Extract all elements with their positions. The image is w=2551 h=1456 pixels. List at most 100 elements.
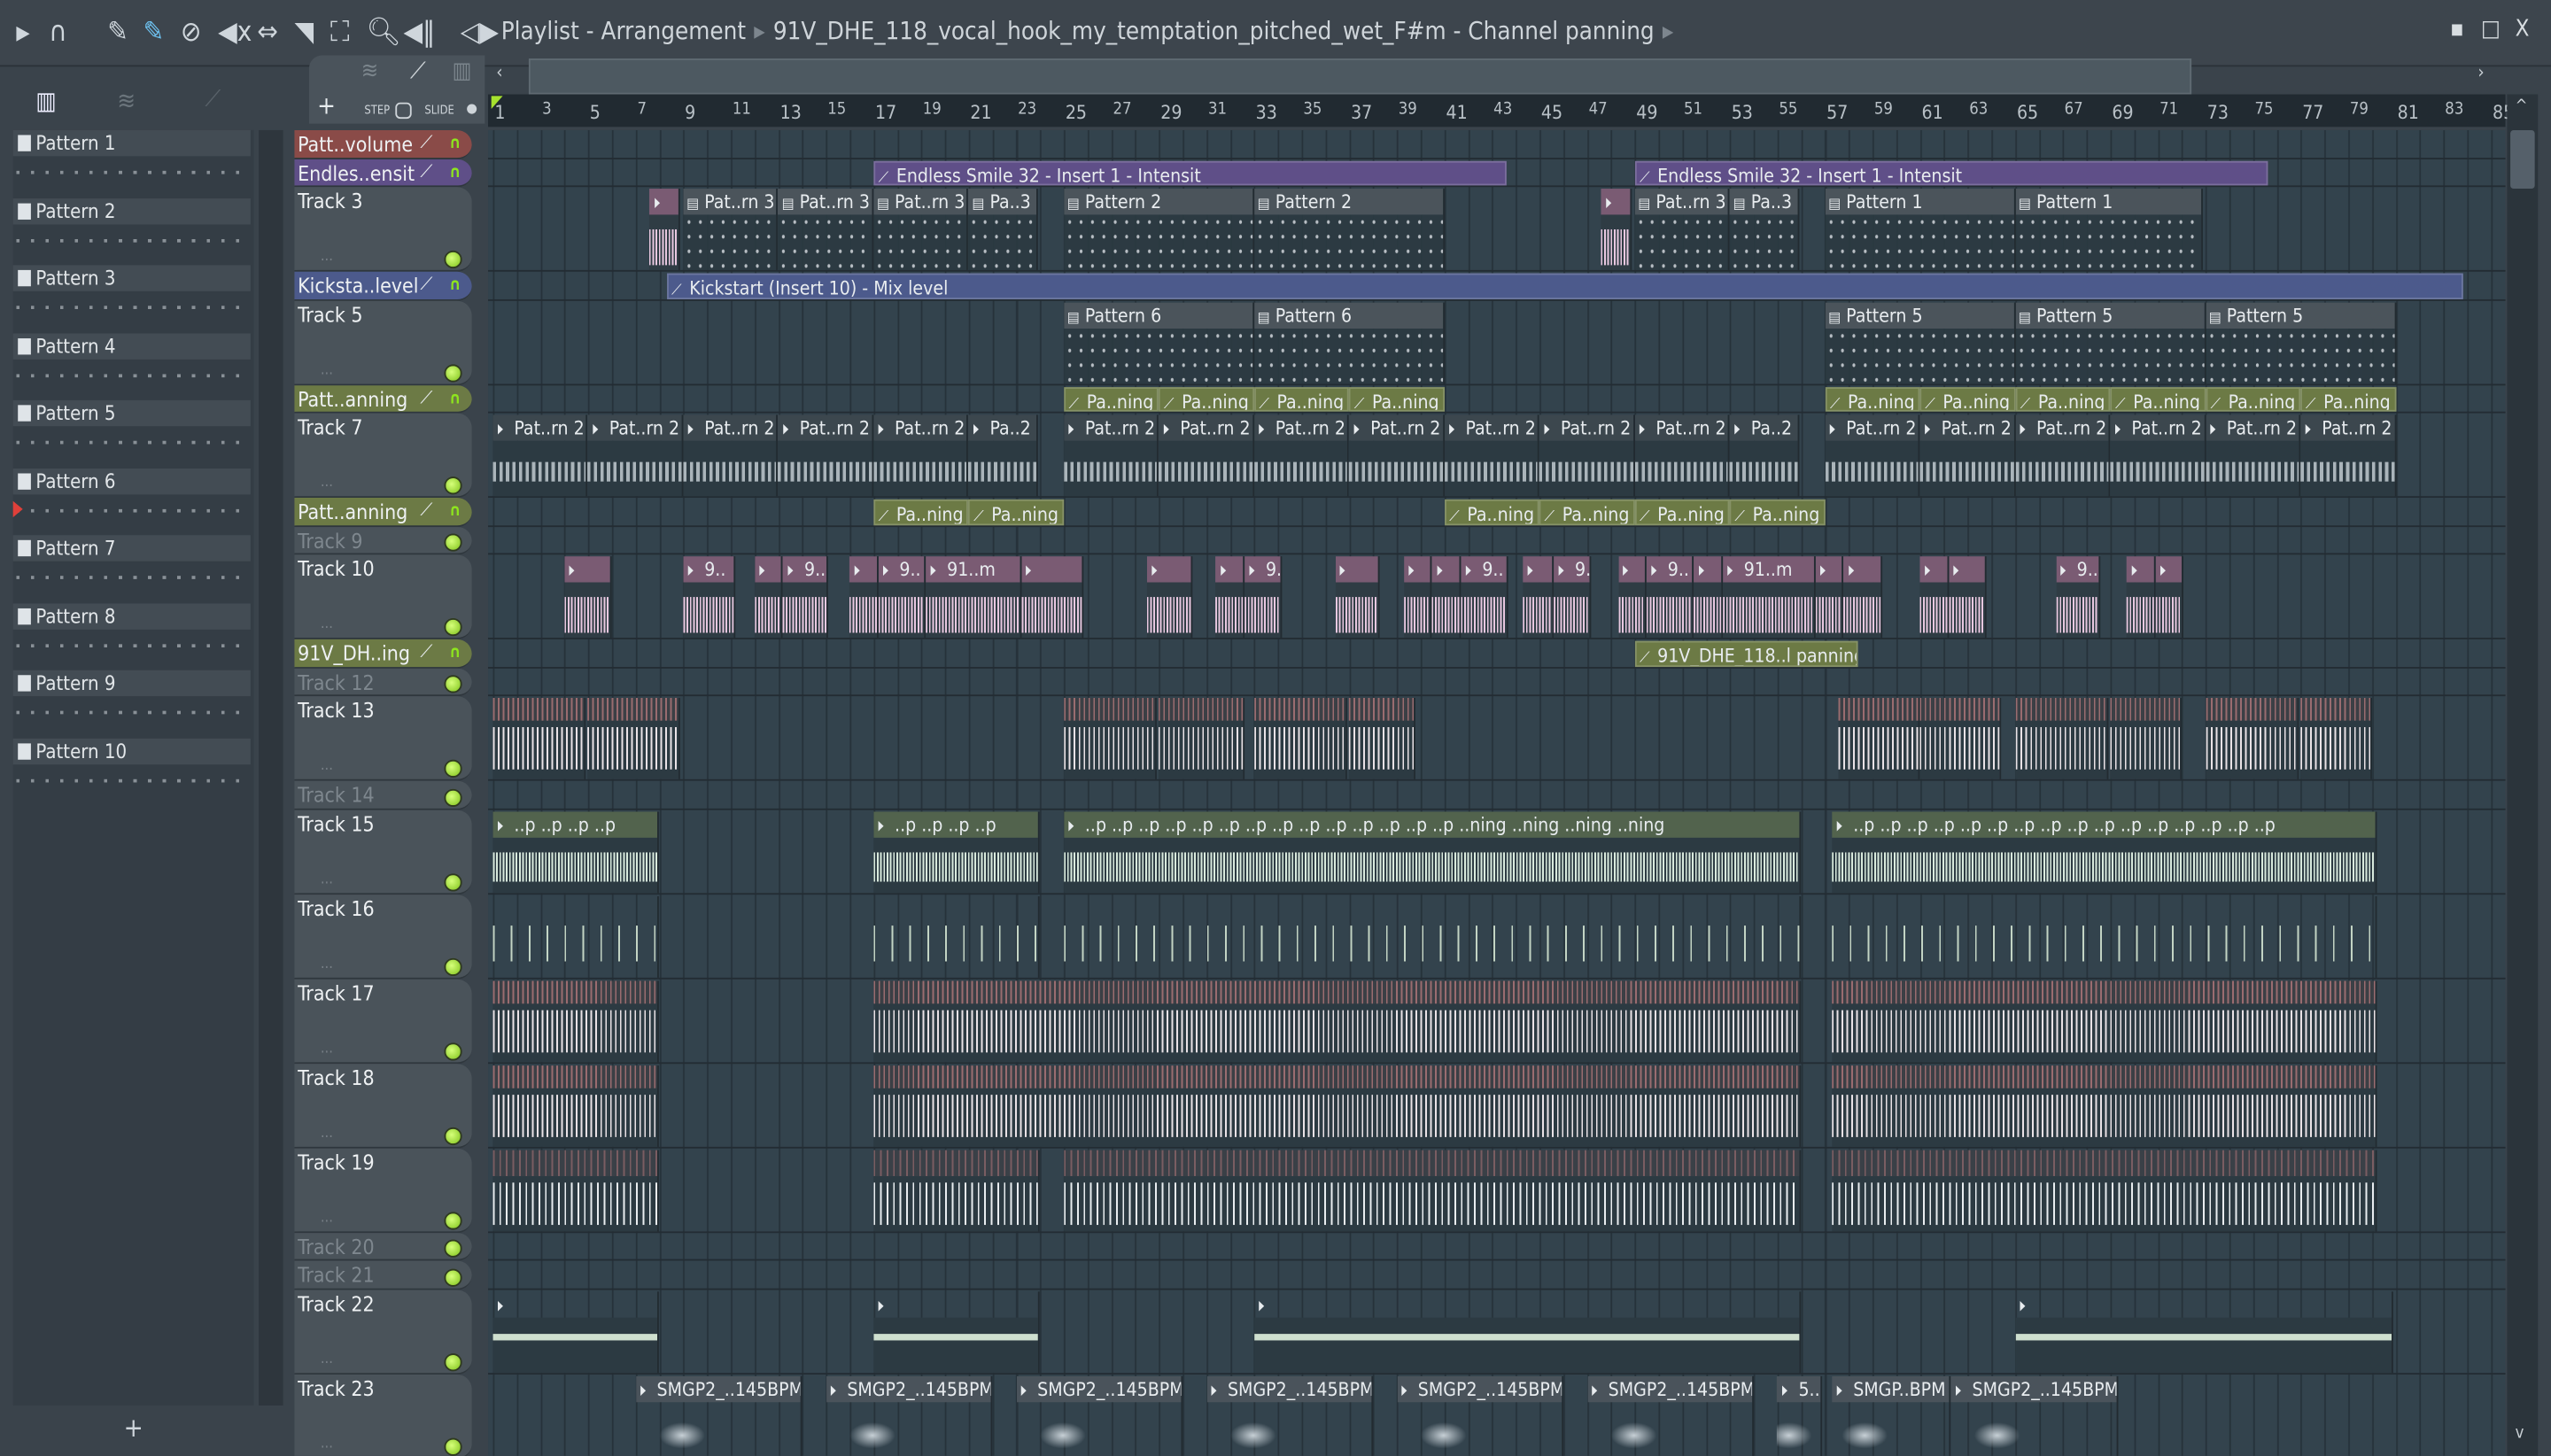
clip[interactable]	[1839, 697, 1920, 779]
track-header[interactable]: Track 19...	[294, 1147, 472, 1233]
clip[interactable]: ⟋ Pa..ning	[1539, 499, 1635, 525]
minimize-button[interactable]: ▪	[2450, 16, 2464, 42]
clip[interactable]: ⏵ Pat..rn 2	[1539, 414, 1635, 497]
clip[interactable]: ⏵ SMGP2_..145BPM	[826, 1375, 993, 1456]
track-enable-led[interactable]	[444, 956, 462, 976]
clip[interactable]: ⏵ 9..	[683, 556, 736, 639]
clip[interactable]: ⏵	[2155, 556, 2184, 639]
clip[interactable]: ⏵ 5..	[1777, 1375, 1823, 1456]
mute-icon[interactable]: ◀x	[218, 16, 252, 49]
track-options-dots-icon[interactable]: ...	[321, 616, 333, 632]
track-enable-led[interactable]	[444, 1126, 462, 1145]
clip[interactable]: ⟋ Pa..ning	[1919, 386, 2016, 412]
clip[interactable]: ⏵	[873, 1290, 1041, 1373]
clip[interactable]: ⟋ 91V_DHE_118..l panning	[1634, 640, 1858, 667]
clip[interactable]	[1832, 1065, 2377, 1146]
clip[interactable]: ⏵	[2127, 556, 2156, 639]
clip[interactable]: ⏵ 9..	[1244, 556, 1283, 639]
lock-icon[interactable]: ∩	[449, 644, 464, 662]
track-header[interactable]: Kicksta..level ⟋ ∩	[294, 271, 472, 300]
pattern-item[interactable]: Pattern 5	[12, 399, 254, 467]
clip[interactable]: ⏵ SMGP2_..145BPM	[635, 1375, 803, 1456]
clip[interactable]: ⏵ Pat..rn 2	[1919, 414, 2016, 497]
automation-clip-icon[interactable]: ⟋	[410, 58, 426, 84]
track-enable-led[interactable]	[444, 476, 462, 495]
clip[interactable]: ⏵ Pat..rn 2	[1253, 414, 1350, 497]
pattern-item[interactable]: Pattern 2	[12, 197, 254, 264]
clip[interactable]: ▤ Pattern 5	[2015, 301, 2206, 383]
menu-arrow-icon[interactable]: ▶	[16, 16, 29, 49]
clip[interactable]: ⏵ Pat..rn 2	[492, 414, 588, 497]
track-header[interactable]: Track 14	[294, 780, 472, 809]
clip[interactable]: ⏵	[2015, 1290, 2394, 1373]
audio-clip-icon[interactable]: ≋	[361, 58, 378, 84]
pattern-item[interactable]: Pattern 8	[12, 602, 254, 670]
clip[interactable]: ⏵ SMGP2_..145BPM	[1206, 1375, 1374, 1456]
clip[interactable]: ▤ Pat..rn 3	[873, 189, 969, 270]
zoom-icon[interactable]: 🔍︎	[366, 16, 401, 49]
clip[interactable]	[492, 697, 586, 779]
track-header[interactable]: Track 20	[294, 1232, 472, 1261]
track-header[interactable]: Track 21	[294, 1260, 472, 1289]
automation-icon[interactable]: ⟋	[205, 86, 221, 112]
slip-icon[interactable]: ⇔	[257, 16, 278, 49]
audio-icon[interactable]: ≋	[117, 86, 136, 115]
clip[interactable]	[587, 697, 681, 779]
clip[interactable]	[873, 1065, 1802, 1146]
clip[interactable]: ⏵	[1335, 556, 1381, 639]
clip[interactable]: ⟋ Pa..ning	[1634, 499, 1730, 525]
add-track-button[interactable]: +	[317, 91, 336, 120]
playhead-marker[interactable]	[491, 96, 503, 110]
pattern-item[interactable]: Pattern 7	[12, 535, 254, 601]
pattern-item[interactable]: Pattern 3	[12, 265, 254, 331]
track-enable-led[interactable]	[444, 1211, 462, 1229]
lock-icon[interactable]: ∩	[449, 135, 464, 152]
clip[interactable]: ⟋ Pa..ning	[2300, 386, 2396, 412]
clip[interactable]: ⏵	[1948, 556, 1987, 639]
picker-scrollbar[interactable]	[259, 129, 283, 1406]
clip[interactable]: ⏵ ..p ..p ..p ..p	[492, 810, 660, 893]
track-enable-led[interactable]	[444, 250, 462, 269]
clip[interactable]	[2300, 697, 2372, 779]
track-header[interactable]: Track 17...	[294, 978, 472, 1064]
clip[interactable]	[492, 895, 660, 977]
clip[interactable]: ⏵	[649, 189, 681, 270]
clip[interactable]	[492, 1065, 660, 1146]
clip[interactable]	[873, 1149, 1041, 1231]
track-header[interactable]: Track 12	[294, 667, 472, 697]
clip[interactable]: ⟋ Pa..ning	[2015, 386, 2111, 412]
clip[interactable]	[873, 895, 1041, 977]
vertical-scrollbar[interactable]: ^ v	[2507, 94, 2539, 1456]
clip[interactable]: ⏵ Pat..rn 2	[873, 414, 969, 497]
slice-icon[interactable]: ◥	[294, 16, 314, 49]
pattern-item[interactable]: Pattern 9	[12, 670, 254, 737]
clip[interactable]: ▤ Pat..rn 3	[683, 189, 779, 270]
clip[interactable]: ⏵ SMGP2_..145BPM	[1586, 1375, 1754, 1456]
clip[interactable]: ⏵ 9..	[878, 556, 927, 639]
clip[interactable]: ⏵	[754, 556, 784, 639]
clip[interactable]: ⏵	[1432, 556, 1462, 639]
track-header[interactable]: Endles..ensit ⟋ ∩	[294, 159, 472, 188]
clip[interactable]: ⏵ Pa..2	[1729, 414, 1799, 497]
clip[interactable]: ⏵ Pat..rn 2	[1825, 414, 1920, 497]
track-enable-led[interactable]	[444, 533, 462, 552]
clip[interactable]: ⏵	[1617, 556, 1647, 639]
pattern-item[interactable]: Pattern 4	[12, 332, 254, 399]
track-enable-led[interactable]	[444, 363, 462, 382]
speaker-icon[interactable]: ◁▶	[461, 16, 499, 49]
add-pattern-button[interactable]: +	[124, 1412, 143, 1443]
clip[interactable]: ⏵	[1146, 556, 1192, 639]
lock-icon[interactable]: ∩	[449, 164, 464, 182]
step-toggle[interactable]	[395, 102, 412, 120]
clip[interactable]	[1832, 895, 2377, 977]
track-header[interactable]: 91V_DH..ing ⟋ ∩	[294, 639, 472, 668]
track-header[interactable]: Track 23...	[294, 1374, 472, 1456]
track-header[interactable]: Patt..anning ⟋ ∩	[294, 384, 472, 414]
clip[interactable]: ▤ Pattern 5	[1825, 301, 2016, 383]
clip[interactable]: ⏵ 9..	[1554, 556, 1593, 639]
clip[interactable]	[1063, 1149, 1802, 1231]
clip[interactable]	[1919, 697, 2001, 779]
clip[interactable]	[1832, 1149, 2377, 1231]
clip[interactable]: ⏵ SMGP2_..145BPM	[1016, 1375, 1183, 1456]
clip[interactable]: ⏵ SMGP2_..145BPM	[1950, 1375, 2118, 1456]
